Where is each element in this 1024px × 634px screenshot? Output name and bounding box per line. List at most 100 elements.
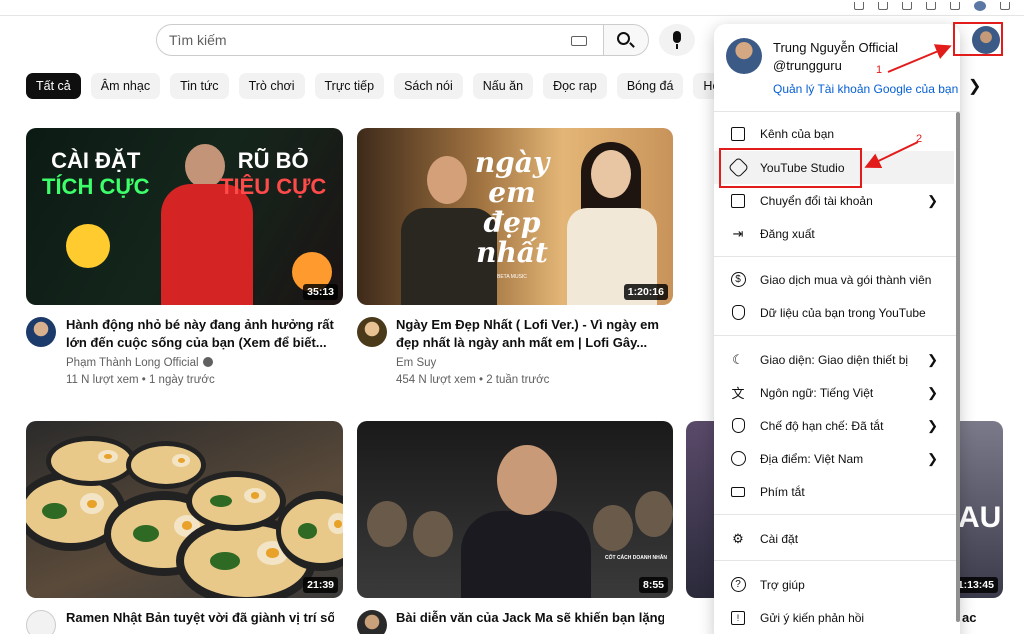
search-input[interactable]: [169, 32, 549, 48]
thumb-small-text: BETA MUSIC: [497, 274, 527, 280]
video-title[interactable]: Ramen Nhật Bản tuyệt vời đã giành vị trí…: [66, 609, 334, 627]
divider: [714, 514, 960, 515]
duration-badge: 8:55: [638, 577, 668, 593]
sign-out-icon: ⇥: [732, 225, 744, 241]
search-bar: [156, 24, 604, 56]
video-title[interactable]: Hành động nhỏ bé này đang ảnh hưởng rất …: [66, 316, 334, 352]
ramen-bowl: [46, 436, 136, 486]
menu-item-settings[interactable]: ⚙ Cài đặt: [714, 522, 954, 555]
video-title[interactable]: Bài diễn văn của Jack Ma sẽ khiến bạn lặ…: [396, 609, 664, 627]
shield-icon[interactable]: [926, 2, 936, 10]
category-chips: Tất cả Âm nhạc Tin tức Trò chơi Trực tiế…: [26, 73, 768, 99]
bookmark-icon[interactable]: [902, 2, 912, 10]
thumb-text: CÀI ĐẶT: [51, 148, 141, 173]
ramen-bowl: [186, 471, 286, 531]
microphone-icon: [673, 31, 681, 43]
thumb-text: TIÊU CỰC: [220, 174, 327, 199]
annotation-box-studio: [719, 148, 862, 188]
menu-item-switch-account[interactable]: Chuyển đổi tài khoản ❯: [714, 184, 954, 217]
speaker-image: [497, 445, 557, 515]
chip-football[interactable]: Bóng đá: [616, 73, 684, 99]
menu-item-sign-out[interactable]: ⇥ Đăng xuất: [714, 217, 954, 250]
extension-icon[interactable]: [854, 2, 864, 10]
chip-live[interactable]: Trực tiếp: [314, 73, 385, 99]
laugh-emoji-icon: [66, 224, 110, 268]
menu-item-feedback[interactable]: ! Gửi ý kiến phản hồi: [714, 601, 954, 634]
chip-audiobooks[interactable]: Sách nói: [394, 73, 463, 99]
thumb-text: TÍCH CỰC: [42, 174, 150, 199]
translate-icon: 文: [731, 386, 745, 401]
annotation-box-avatar: [953, 22, 1003, 56]
menu-item-location[interactable]: Địa điểm: Việt Nam ❯: [714, 442, 954, 475]
video-thumbnail[interactable]: CÀI ĐẶT TÍCH CỰC RŨ BỎ TIÊU CỰC 35:13: [26, 128, 343, 305]
video-thumbnail[interactable]: CỐT CÁCH DOANH NHÂN 8:55: [357, 421, 673, 598]
divider: [714, 111, 960, 112]
chip-all[interactable]: Tất cả: [26, 73, 81, 99]
chevron-right-icon: ❯: [927, 450, 938, 466]
video-thumbnail[interactable]: AU 1:13:45: [958, 421, 1003, 598]
divider: [714, 335, 960, 336]
video-title[interactable]: ac: [962, 609, 976, 627]
video-title[interactable]: Ngày Em Đẹp Nhất ( Lofi Ver.) - Vì ngày …: [396, 316, 664, 352]
dollar-icon: $: [730, 272, 746, 288]
channel-name[interactable]: Em Suy: [396, 357, 436, 369]
menu-scrollbar[interactable]: [956, 112, 960, 622]
chip-games[interactable]: Trò chơi: [238, 73, 305, 99]
video-thumbnail[interactable]: 21:39: [26, 421, 343, 598]
help-icon: ?: [730, 577, 746, 593]
menu-item-help[interactable]: ? Trợ giúp: [714, 568, 954, 601]
browser-toolbar: [0, 0, 1024, 16]
menu-item-your-data[interactable]: Dữ liệu của bạn trong YouTube: [714, 296, 954, 329]
keyboard-icon[interactable]: [571, 36, 587, 46]
shield-user-icon: [730, 305, 746, 321]
thumb-text: AU: [958, 501, 1002, 534]
account-menu: Trung Nguyễn Official @trungguru Quản lý…: [714, 24, 960, 634]
divider: [714, 256, 960, 257]
account-handle: @trungguru: [773, 58, 842, 73]
search-button[interactable]: [603, 24, 649, 56]
chip-news[interactable]: Tin tức: [170, 73, 229, 99]
moon-icon: ☾: [732, 351, 744, 367]
youtube-home-page: Tất cả Âm nhạc Tin tức Trò chơi Trực tiế…: [0, 0, 1024, 634]
avatar[interactable]: [357, 610, 387, 634]
avatar[interactable]: [26, 610, 56, 634]
menu-item-keyboard-shortcuts[interactable]: Phím tắt: [714, 475, 954, 508]
gear-icon: ⚙: [732, 530, 744, 546]
chip-rap[interactable]: Đọc rap: [543, 73, 607, 99]
chevron-right-icon: ❯: [927, 351, 938, 367]
star-icon[interactable]: [950, 2, 960, 10]
feedback-icon: !: [730, 610, 746, 626]
menu-item-restricted-mode[interactable]: Chế độ hạn chế: Đã tắt ❯: [714, 409, 954, 442]
annotation-number: 2: [916, 133, 923, 145]
divider: [714, 560, 960, 561]
channel-name[interactable]: Phạm Thành Long Official: [66, 357, 213, 369]
account-name: Trung Nguyễn Official: [773, 40, 899, 55]
woman-image: [567, 138, 657, 305]
menu-item-purchases[interactable]: $ Giao dịch mua và gói thành viên: [714, 263, 954, 296]
switch-account-icon: [730, 193, 746, 209]
avatar: [726, 38, 762, 74]
avatar[interactable]: [357, 317, 387, 347]
chevron-right-icon[interactable]: ❯: [968, 76, 981, 96]
avatar[interactable]: [26, 317, 56, 347]
duration-badge: 35:13: [303, 284, 338, 300]
share-icon[interactable]: [878, 2, 888, 10]
annotation-number: 1: [876, 64, 883, 76]
video-thumbnail[interactable]: ngày em đẹp nhất BETA MUSIC 1:20:16: [357, 128, 673, 305]
menu-item-language[interactable]: 文 Ngôn ngữ: Tiếng Việt ❯: [714, 376, 954, 409]
download-icon[interactable]: [1000, 2, 1010, 10]
chevron-right-icon: ❯: [927, 192, 938, 208]
menu-item-appearance[interactable]: ☾ Giao diện: Giao diện thiết bị ❯: [714, 343, 954, 376]
video-thumbnail[interactable]: [686, 421, 716, 598]
voice-search-button[interactable]: [659, 24, 695, 56]
thumb-text: ngày em đẹp nhất: [474, 146, 550, 269]
browser-profile-icon[interactable]: [974, 1, 986, 11]
chip-cooking[interactable]: Nấu ăn: [472, 73, 534, 99]
video-meta: 11 N lượt xem • 1 ngày trước: [66, 374, 215, 386]
chevron-right-icon: ❯: [927, 417, 938, 433]
duration-badge: 21:39: [303, 577, 338, 593]
manage-google-account-link[interactable]: Quản lý Tài khoản Google của bạn: [773, 82, 958, 96]
chip-music[interactable]: Âm nhạc: [90, 73, 161, 99]
thumb-small-text: CỐT CÁCH DOANH NHÂN: [605, 555, 667, 561]
duration-badge: 1:13:45: [958, 577, 998, 593]
